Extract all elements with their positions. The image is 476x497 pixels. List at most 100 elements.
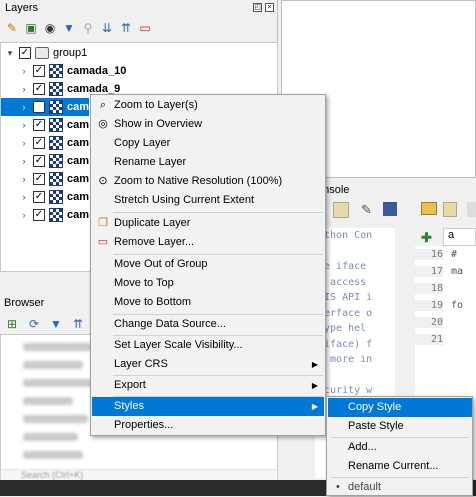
run-icon[interactable] <box>383 202 397 216</box>
layer-row[interactable]: › ✓ cam <box>19 170 89 188</box>
layer-checkbox[interactable]: ✓ <box>32 101 45 113</box>
toolbar-more-icon[interactable] <box>467 202 476 217</box>
browser-item[interactable] <box>23 451 83 459</box>
layer-checkbox[interactable]: ✓ <box>33 191 45 203</box>
layer-checkbox[interactable]: ✓ <box>33 83 45 95</box>
menu-zoom-to-layers[interactable]: ⌕ Zoom to Layer(s) <box>92 96 324 115</box>
menu-change-data-source[interactable]: Change Data Source... <box>92 315 324 334</box>
group-label: group1 <box>53 47 88 59</box>
editor-tab[interactable]: a <box>443 228 476 246</box>
filter-icon[interactable]: ▼ <box>48 316 64 332</box>
browser-item[interactable] <box>23 397 73 405</box>
add-group-icon[interactable]: ▣ <box>23 20 39 36</box>
menu-move-out-of-group[interactable]: Move Out of Group <box>92 255 324 274</box>
menu-rename-layer[interactable]: Rename Layer <box>92 153 324 172</box>
menu-copy-layer[interactable]: Copy Layer <box>92 134 324 153</box>
add-selected-icon[interactable]: ⊞ <box>4 316 20 332</box>
style-icon[interactable]: ✎ <box>4 20 20 36</box>
filter-icon[interactable]: ▼ <box>61 20 77 36</box>
expand-arrow-icon[interactable]: › <box>19 120 29 130</box>
layer-row[interactable]: › ✓ cam <box>19 116 89 134</box>
layer-checkbox[interactable]: ✓ <box>33 119 45 131</box>
layer-checkbox[interactable]: ✓ <box>33 155 45 167</box>
layer-row[interactable]: › ✓ cam <box>19 152 89 170</box>
menu-show-in-overview[interactable]: ◎ Show in Overview <box>92 115 324 134</box>
eye-icon[interactable]: ◉ <box>42 20 58 36</box>
submenu-style-default[interactable]: • default <box>328 478 472 497</box>
layer-checkbox[interactable]: ✓ <box>33 209 45 221</box>
close-icon[interactable]: × <box>265 3 274 12</box>
raster-layer-icon <box>49 136 63 150</box>
save-icon[interactable] <box>443 202 457 217</box>
menu-stretch-extent[interactable]: Stretch Using Current Extent <box>92 191 324 210</box>
line-number: 17 <box>415 266 443 277</box>
browser-item[interactable] <box>23 415 88 423</box>
refresh-icon[interactable]: ⟳ <box>26 316 42 332</box>
console-line: ython Con <box>318 230 373 241</box>
line-number: 18 <box>415 283 443 294</box>
group-checkbox[interactable]: ✓ <box>19 47 31 59</box>
wrench-icon[interactable]: ✎ <box>361 202 372 218</box>
expand-arrow-icon[interactable]: › <box>19 210 29 220</box>
collapse-arrow-icon[interactable]: ▾ <box>5 48 15 59</box>
submenu-copy-style[interactable]: Copy Style <box>328 398 472 417</box>
layer-label: cam <box>67 173 90 185</box>
layer-row[interactable]: › ✓ cam <box>19 134 89 152</box>
collapse-all-icon[interactable]: ⇈ <box>118 20 134 36</box>
menu-properties[interactable]: Properties... <box>92 416 324 435</box>
menu-set-scale-visibility[interactable]: Set Layer Scale Visibility... <box>92 336 324 355</box>
code-text: fo <box>451 300 464 311</box>
menu-separator <box>113 212 323 213</box>
expand-arrow-icon[interactable]: › <box>19 102 29 112</box>
expand-arrow-icon[interactable]: › <box>19 156 29 166</box>
menu-zoom-native[interactable]: ⊙ Zoom to Native Resolution (100%) <box>92 172 324 191</box>
layer-checkbox[interactable]: ✓ <box>33 65 45 77</box>
browser-item[interactable] <box>23 361 83 369</box>
layer-checkbox[interactable]: ✓ <box>33 137 45 149</box>
submenu-item-label: default <box>348 481 382 493</box>
remove-icon: ▭ <box>97 236 109 248</box>
menu-item-label: Zoom to Native Resolution (100%) <box>114 175 283 187</box>
browser-item[interactable] <box>23 379 98 387</box>
raster-layer-icon <box>49 172 63 186</box>
remove-layer-icon[interactable]: ▭ <box>137 20 153 36</box>
submenu-rename-current[interactable]: Rename Current... <box>328 457 472 476</box>
expand-arrow-icon[interactable]: › <box>19 192 29 202</box>
filter-legend-icon[interactable]: ⚲ <box>80 20 96 36</box>
menu-remove-layer[interactable]: ▭ Remove Layer... <box>92 233 324 252</box>
expand-all-icon[interactable]: ⇊ <box>99 20 115 36</box>
menu-styles[interactable]: Styles ▶ <box>92 397 324 416</box>
tree-group-row[interactable]: ▾ ✓ group1 <box>5 44 87 62</box>
expand-arrow-icon[interactable]: › <box>19 174 29 184</box>
browser-item[interactable] <box>23 343 93 351</box>
styles-submenu: Copy Style Paste Style Add... Rename Cur… <box>326 396 473 496</box>
menu-item-label: Set Layer Scale Visibility... <box>114 339 243 351</box>
menu-move-to-bottom[interactable]: Move to Bottom <box>92 293 324 312</box>
collapse-all-icon[interactable]: ⇈ <box>70 316 86 332</box>
layer-row[interactable]: › ✓ cam <box>19 188 89 206</box>
console-toolbar-icon[interactable] <box>333 202 349 218</box>
layer-row[interactable]: › ✓ cam <box>19 206 89 224</box>
add-tab-icon[interactable]: ✚ <box>421 230 432 246</box>
layer-checkbox[interactable]: ✓ <box>33 173 45 185</box>
submenu-paste-style[interactable]: Paste Style <box>328 417 472 436</box>
restore-icon[interactable]: ◰ <box>253 3 262 12</box>
expand-arrow-icon[interactable]: › <box>19 138 29 148</box>
expand-arrow-icon[interactable]: › <box>19 84 29 94</box>
menu-duplicate-layer[interactable]: ❐ Duplicate Layer <box>92 214 324 233</box>
browser-item[interactable] <box>23 433 78 441</box>
layer-row[interactable]: › ✓ camada_10 <box>19 62 126 80</box>
menu-item-label: Remove Layer... <box>114 236 195 248</box>
menu-layer-crs[interactable]: Layer CRS ▶ <box>92 355 324 374</box>
open-folder-icon[interactable] <box>421 202 437 215</box>
submenu-add-style[interactable]: Add... <box>328 438 472 457</box>
raster-layer-icon <box>49 118 63 132</box>
expand-arrow-icon[interactable]: › <box>19 66 29 76</box>
submenu-item-label: Add... <box>348 441 377 453</box>
menu-export[interactable]: Export ▶ <box>92 376 324 395</box>
menu-item-label: Rename Layer <box>114 156 187 168</box>
console-line: se iface <box>318 261 367 272</box>
group-icon <box>35 47 49 59</box>
layer-row-selected[interactable]: › ✓ cam <box>1 98 89 116</box>
menu-move-to-top[interactable]: Move to Top <box>92 274 324 293</box>
